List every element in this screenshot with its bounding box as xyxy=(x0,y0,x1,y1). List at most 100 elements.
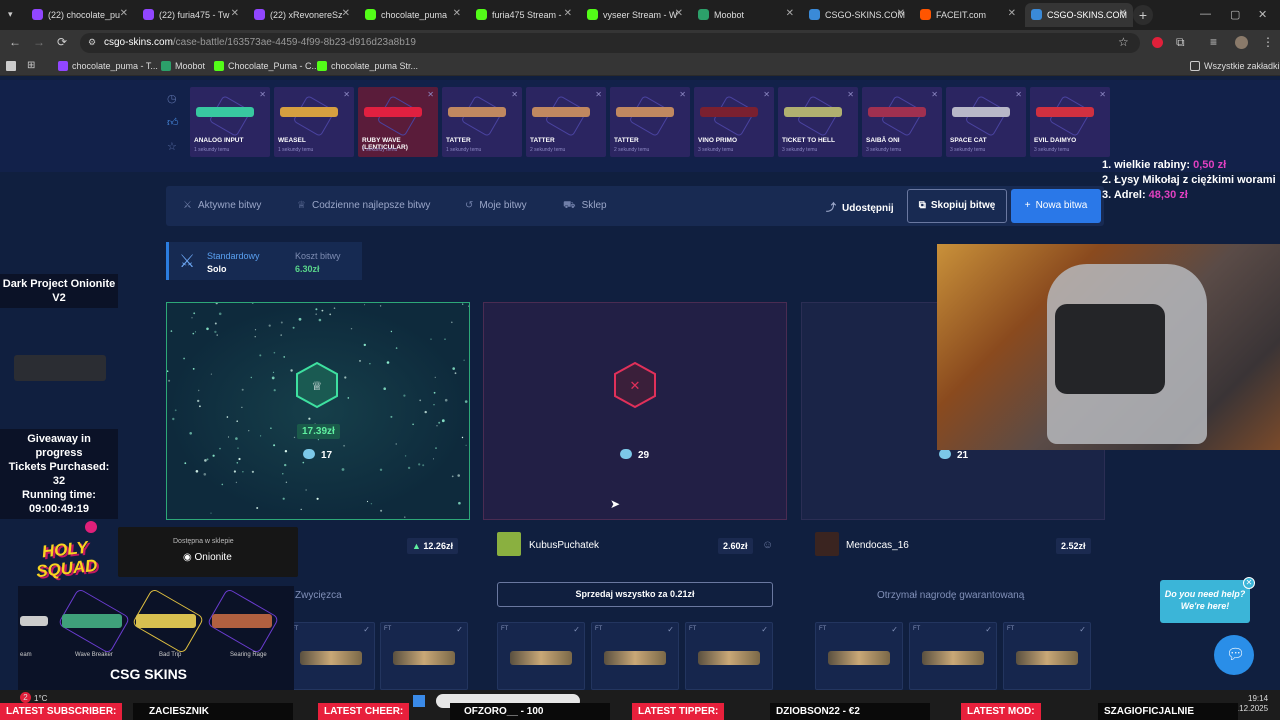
browser-tab[interactable]: vyseer Stream - W ✕ xyxy=(581,3,689,27)
site-info-icon[interactable]: ⚙ xyxy=(88,37,96,48)
reload-icon[interactable]: ⟳ xyxy=(57,35,67,49)
bookmark-1[interactable]: chocolate_puma - T... xyxy=(58,61,158,71)
player-name[interactable]: Mendocas_16 xyxy=(846,540,909,551)
menu-icon[interactable]: ⋮ xyxy=(1262,35,1274,49)
close-tab-icon[interactable]: ✕ xyxy=(564,8,572,19)
player-name[interactable]: KubusPuchatek xyxy=(529,540,599,551)
close-tab-icon[interactable]: ✕ xyxy=(120,8,128,19)
star-dot xyxy=(386,361,390,364)
menu-active-battles[interactable]: ⚔ Aktywne bitwy xyxy=(183,200,261,211)
back-icon[interactable]: ← xyxy=(9,35,21,49)
extension-icon[interactable] xyxy=(1152,37,1163,48)
item-card[interactable]: FT ✓ xyxy=(909,622,997,690)
close-icon[interactable]: ✕ xyxy=(595,90,602,99)
item-card[interactable]: FT ✓ xyxy=(497,622,585,690)
url-text[interactable]: csgo-skins.com/case-battle/163573ae-4459… xyxy=(104,37,416,48)
item-card[interactable]: FT ✓ xyxy=(380,622,468,690)
drop-item[interactable]: ✕ TATTER 1 sekundy temu xyxy=(442,87,522,157)
help-bubble[interactable]: Do you need help? We're here! xyxy=(1160,580,1250,623)
clock-icon[interactable]: ◷ xyxy=(167,92,177,105)
drop-item[interactable]: ✕ ANALOG INPUT 1 sekundy temu xyxy=(190,87,270,157)
item-card[interactable]: FT ✓ xyxy=(815,622,903,690)
bookmark-3[interactable]: Chocolate_Puma - C... xyxy=(214,61,319,71)
bookmark-2[interactable]: Moobot xyxy=(161,61,205,71)
item-card[interactable]: FT ✓ xyxy=(591,622,679,690)
apps-icon[interactable]: ⊞ xyxy=(27,60,35,71)
plus-icon: + xyxy=(1024,200,1031,211)
close-icon[interactable]: ✕ xyxy=(679,90,686,99)
close-tab-icon[interactable]: ✕ xyxy=(1119,8,1127,19)
drop-item[interactable]: ✕ TICKET TO HELL 3 sekundy temu xyxy=(778,87,858,157)
star-icon[interactable]: ☆ xyxy=(167,140,177,153)
skin-label: Bad Trip xyxy=(159,652,182,658)
player-avatar[interactable] xyxy=(497,532,521,556)
close-icon[interactable]: ✕ xyxy=(847,90,854,99)
browser-tab[interactable]: Moobot ✕ xyxy=(692,3,800,27)
drop-item[interactable]: ✕ EVIL DAIMYO 3 sekundy temu xyxy=(1030,87,1110,157)
all-bookmarks[interactable]: Wszystkie zakładki xyxy=(1190,61,1280,71)
browser-tab[interactable]: CSGO-SKINS.COM ✕ xyxy=(1025,3,1133,27)
close-icon[interactable]: ✕ xyxy=(931,90,938,99)
browser-tab[interactable]: (22) xRevonereSz ✕ xyxy=(248,3,356,27)
menu-shop[interactable]: ⛟ Sklep xyxy=(563,200,607,213)
copy-battle-button[interactable]: ⧉ Skopiuj bitwę xyxy=(907,189,1007,223)
chat-button[interactable]: 💬︎ xyxy=(1214,635,1254,675)
drop-item[interactable]: ✕ SPACE CAT 3 sekundy temu xyxy=(946,87,1026,157)
sidebar-toggle-icon[interactable] xyxy=(6,61,16,71)
sell-all-button[interactable]: Sprzedaj wszystko za 0.21zł xyxy=(497,582,773,607)
player-avatar[interactable] xyxy=(815,532,839,556)
browser-tab[interactable]: CSGO-SKINS.COM ✕ xyxy=(803,3,911,27)
new-tab-button[interactable]: + xyxy=(1133,5,1153,25)
close-icon[interactable]: ✕ xyxy=(511,90,518,99)
bookmark-star-icon[interactable]: ☆ xyxy=(1118,35,1129,49)
close-tab-icon[interactable]: ✕ xyxy=(453,8,461,19)
menu-daily-best[interactable]: ♕ Codzienne najlepsze bitwy xyxy=(297,200,430,211)
profile-avatar[interactable] xyxy=(1235,36,1248,49)
close-window-icon[interactable]: ✕ xyxy=(1258,8,1267,21)
drop-item[interactable]: ✕ TATTER 2 sekundy temu xyxy=(610,87,690,157)
drop-item[interactable]: ✕ SAIBĀ ONI 3 sekundy temu xyxy=(862,87,942,157)
drop-item[interactable]: ✕ TATTER 2 sekundy temu xyxy=(526,87,606,157)
close-icon[interactable]: ✕ xyxy=(343,90,350,99)
start-icon[interactable] xyxy=(413,695,425,707)
close-tab-icon[interactable]: ✕ xyxy=(231,8,239,19)
browser-tab[interactable]: FACEIT.com ✕ xyxy=(914,3,1022,27)
browser-tab[interactable]: furia475 Stream - ✕ xyxy=(470,3,578,27)
browser-tab[interactable]: chocolate_puma ✕ xyxy=(359,3,467,27)
drop-item[interactable]: ✕ VINO PRIMO 3 sekundy temu xyxy=(694,87,774,157)
bookmark-4[interactable]: chocolate_puma Str... xyxy=(317,61,418,71)
menu-my-battles[interactable]: ↺ Moje bitwy xyxy=(465,200,527,211)
close-icon[interactable]: ✕ xyxy=(1099,90,1106,99)
latest-tipper: LATEST TIPPER: xyxy=(632,703,725,720)
item-card[interactable]: FT ✓ xyxy=(1003,622,1091,690)
item-card[interactable]: FT ✓ xyxy=(287,622,375,690)
close-icon[interactable]: ✕ xyxy=(1015,90,1022,99)
drop-item[interactable]: ✕ RUBY WAVE (LENTICULAR) 1 sekundy temu xyxy=(358,87,438,157)
extensions-puzzle-icon[interactable]: ⧉ xyxy=(1176,35,1185,50)
media-icon[interactable]: ≡ xyxy=(1210,35,1217,49)
item-card[interactable]: FT ✓ xyxy=(685,622,773,690)
thumbs-up-icon[interactable]: 👍︎ xyxy=(167,116,179,129)
maximize-icon[interactable]: ▢ xyxy=(1230,8,1240,21)
browser-tab[interactable]: (22) chocolate_pu ✕ xyxy=(26,3,134,27)
star-dot xyxy=(285,481,288,483)
close-icon[interactable]: ✕ xyxy=(259,90,266,99)
emoji-icon[interactable]: ☺ xyxy=(762,539,773,551)
minimize-icon[interactable]: — xyxy=(1200,8,1211,20)
close-icon[interactable]: ✕ xyxy=(763,90,770,99)
new-battle-button[interactable]: + Nowa bitwa xyxy=(1011,189,1101,223)
drop-item[interactable]: ✕ WEASEL 1 sekundy temu xyxy=(274,87,354,157)
close-tab-icon[interactable]: ✕ xyxy=(786,8,794,19)
star-dot xyxy=(364,304,366,306)
forward-icon[interactable]: → xyxy=(33,35,45,49)
star-dot xyxy=(219,447,221,450)
share-button[interactable]: ⤴ Udostępnij xyxy=(826,199,894,214)
close-tab-icon[interactable]: ✕ xyxy=(1008,8,1016,19)
tab-search-icon[interactable]: ▾ xyxy=(8,9,13,20)
close-tab-icon[interactable]: ✕ xyxy=(897,8,905,19)
close-tab-icon[interactable]: ✕ xyxy=(675,8,683,19)
browser-tab[interactable]: (22) furia475 - Tw ✕ xyxy=(137,3,245,27)
close-tab-icon[interactable]: ✕ xyxy=(342,8,350,19)
close-help-icon[interactable]: ✕ xyxy=(1243,577,1255,589)
close-icon[interactable]: ✕ xyxy=(427,90,434,99)
